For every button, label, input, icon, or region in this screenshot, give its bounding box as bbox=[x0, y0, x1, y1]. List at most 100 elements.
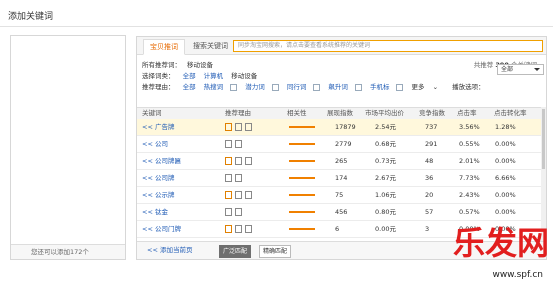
header-ctr[interactable]: 点击率 bbox=[457, 108, 477, 119]
reason-potential-label: 潜力词 bbox=[245, 83, 265, 91]
list-icon bbox=[245, 225, 252, 233]
remaining-count: 您还可以添加172个 bbox=[11, 244, 125, 259]
impressions-cell: 17879 bbox=[335, 123, 356, 131]
hot-icon bbox=[230, 83, 238, 91]
header-keyword[interactable]: 关键词 bbox=[142, 108, 162, 119]
list-icon bbox=[235, 140, 242, 148]
hot-icon bbox=[225, 123, 232, 131]
watermark-logo: 乐发网 www.spf.cn bbox=[363, 206, 553, 286]
impressions-cell: 6 bbox=[335, 225, 340, 233]
ctr-cell: 3.56% bbox=[459, 123, 480, 131]
header-competition[interactable]: 竞争指数 bbox=[419, 108, 445, 119]
potential-icon bbox=[271, 83, 279, 91]
tab-recommend[interactable]: 宝贝推词 bbox=[143, 39, 185, 55]
avg-price-cell: 1.06元 bbox=[375, 191, 396, 199]
keyword-cell[interactable]: << 公司牌匾 bbox=[142, 153, 181, 169]
keyword-cell[interactable]: << 公司 bbox=[142, 136, 168, 152]
reason-all[interactable]: 全部 bbox=[183, 83, 196, 91]
avg-price-cell: 0.68元 bbox=[375, 140, 396, 148]
keyword-cell[interactable]: << 公司牌 bbox=[142, 170, 174, 186]
header-cvr[interactable]: 点击转化率 bbox=[494, 108, 527, 119]
list-icon bbox=[245, 191, 252, 199]
keyword-cell[interactable]: << 广告牌 bbox=[142, 119, 174, 135]
mobile-icon bbox=[235, 225, 242, 233]
table-row[interactable]: << 公司牌 174 2.67元 36 7.73% 6.66% bbox=[137, 170, 546, 187]
header-avg-price[interactable]: 市场平均出价 bbox=[365, 108, 404, 119]
sort-select[interactable]: 全部 bbox=[497, 64, 544, 75]
keyword-cell[interactable]: << 钛金 bbox=[142, 204, 168, 220]
reason-icons bbox=[225, 187, 255, 203]
mobile-icon bbox=[225, 174, 232, 182]
dialog-title: 添加关键词 bbox=[8, 12, 54, 22]
competition-cell: 737 bbox=[425, 123, 438, 131]
relevance-bar bbox=[289, 194, 315, 196]
peer-icon bbox=[313, 83, 321, 91]
rising-icon bbox=[354, 83, 362, 91]
tab-bar: 宝贝推词 搜索关键词 同步淘宝网搜索，请点击要查看系统推荐的关键词 bbox=[137, 37, 546, 55]
sort-select-value: 全部 bbox=[501, 66, 514, 73]
type-all[interactable]: 全部 bbox=[183, 72, 196, 80]
relevance-bar bbox=[289, 143, 315, 145]
cvr-cell: 1.28% bbox=[495, 123, 516, 131]
reason-icons bbox=[225, 153, 255, 169]
table-row[interactable]: << 广告牌 17879 2.54元 737 3.56% 1.28% bbox=[137, 119, 546, 136]
ctr-cell: 2.01% bbox=[459, 157, 480, 165]
ctr-cell: 2.43% bbox=[459, 191, 480, 199]
list-icon bbox=[245, 123, 252, 131]
impressions-cell: 174 bbox=[335, 174, 348, 182]
relevance-bar bbox=[289, 126, 315, 128]
competition-cell: 20 bbox=[425, 191, 434, 199]
ctr-cell: 7.73% bbox=[459, 174, 480, 182]
header-impressions[interactable]: 展现指数 bbox=[327, 108, 353, 119]
impressions-cell: 75 bbox=[335, 191, 344, 199]
reason-potential[interactable]: 潜力词 bbox=[245, 83, 279, 91]
table-row[interactable]: << 公司牌匾 265 0.73元 48 2.01% 0.00% bbox=[137, 153, 546, 170]
reason-hot[interactable]: 热搜词 bbox=[204, 83, 238, 91]
cvr-cell: 6.66% bbox=[495, 174, 516, 182]
path-value: 移动设备 bbox=[187, 61, 213, 69]
cvr-cell: 0.00% bbox=[495, 140, 516, 148]
table-row[interactable]: << 公司 2779 0.68元 291 0.55% 0.00% bbox=[137, 136, 546, 153]
competition-cell: 291 bbox=[425, 140, 438, 148]
selected-keyword-panel[interactable]: 您还可以添加172个 bbox=[10, 35, 126, 260]
keyword-cell[interactable]: << 公司门牌 bbox=[142, 221, 181, 237]
table-row[interactable]: << 公示牌 75 1.06元 20 2.43% 0.00% bbox=[137, 187, 546, 204]
cvr-cell: 0.00% bbox=[495, 157, 516, 165]
reason-hot-label: 热搜词 bbox=[203, 83, 224, 91]
sort-label: 播放选项： bbox=[452, 83, 485, 91]
list-icon bbox=[235, 208, 242, 216]
exact-match-button[interactable]: 精确匹配 bbox=[259, 245, 292, 258]
header-relevance[interactable]: 相关性 bbox=[287, 108, 307, 119]
impressions-cell: 2779 bbox=[335, 140, 352, 148]
reason-mobile[interactable]: 手机标 bbox=[370, 83, 404, 91]
add-current-page-link[interactable]: << 添加当前页 bbox=[147, 242, 192, 259]
tab-search[interactable]: 搜索关键词 bbox=[193, 40, 228, 52]
reason-rising-label: 飙升词 bbox=[328, 83, 348, 91]
add-keyword-dialog: 添加关键词 您还可以添加172个 宝贝推词 搜索关键词 同步淘宝网搜索，请点击要… bbox=[0, 0, 553, 286]
reason-icons bbox=[225, 170, 245, 186]
count-prefix: 共推荐 bbox=[473, 61, 494, 69]
mobile-icon bbox=[225, 208, 232, 216]
scroll-thumb[interactable] bbox=[542, 109, 545, 169]
mobile-icon bbox=[235, 191, 242, 199]
avg-price-cell: 2.54元 bbox=[375, 123, 396, 131]
broad-match-button[interactable]: 广泛匹配 bbox=[219, 245, 252, 258]
reason-icons bbox=[225, 119, 255, 135]
reason-icons bbox=[225, 136, 245, 152]
impressions-cell: 456 bbox=[335, 208, 348, 216]
reason-icons bbox=[225, 221, 255, 237]
reason-peer[interactable]: 同行词 bbox=[287, 83, 321, 91]
chevron-down-icon: ⌄ bbox=[432, 83, 439, 91]
search-input[interactable]: 同步淘宝网搜索，请点击要查看系统推荐的关键词 bbox=[233, 40, 543, 52]
more-button[interactable]: 更多 ⌄ bbox=[412, 83, 445, 91]
type-mobile[interactable]: 移动设备 bbox=[231, 72, 257, 80]
avg-price-cell: 2.67元 bbox=[375, 174, 396, 182]
type-computer[interactable]: 计算机 bbox=[204, 72, 224, 80]
caret-down-icon bbox=[534, 68, 540, 71]
ctr-cell: 0.55% bbox=[459, 140, 480, 148]
list-icon bbox=[245, 157, 252, 165]
keyword-cell[interactable]: << 公示牌 bbox=[142, 187, 174, 203]
competition-cell: 36 bbox=[425, 174, 434, 182]
mobile-icon bbox=[396, 83, 404, 91]
reason-rising[interactable]: 飙升词 bbox=[328, 83, 362, 91]
